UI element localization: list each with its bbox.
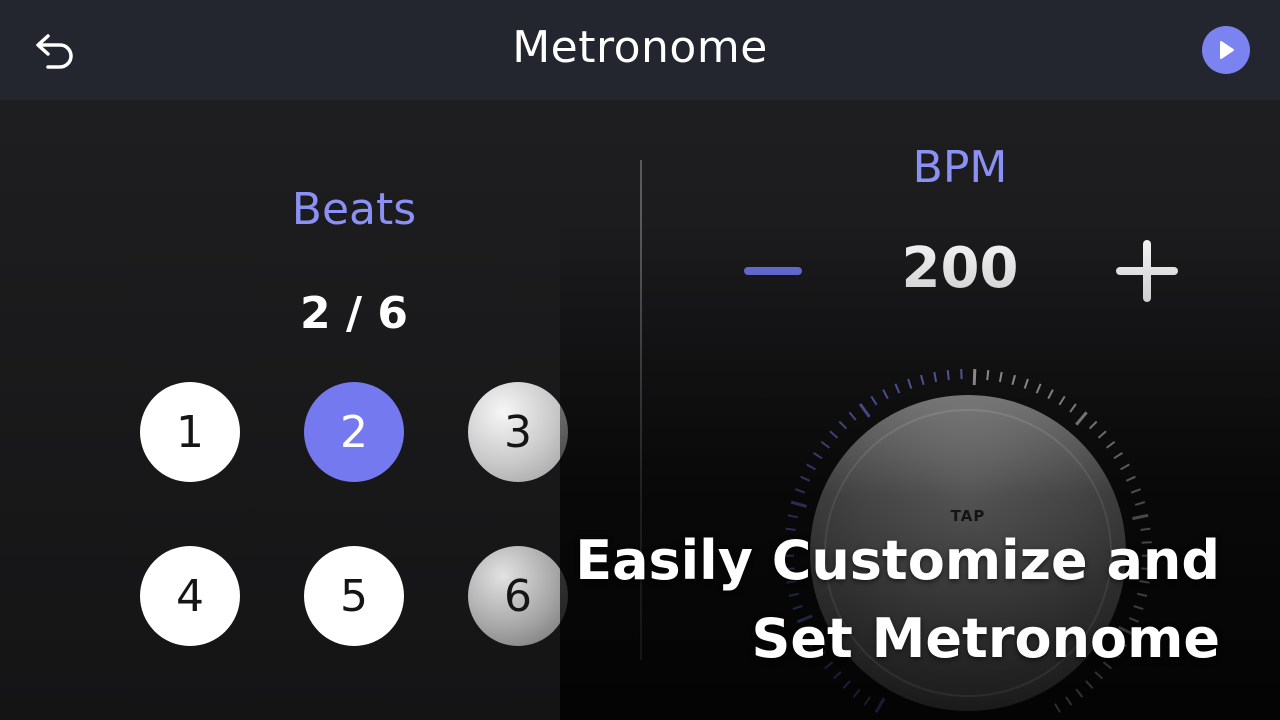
dial-tick — [998, 371, 1003, 383]
beat-label: 2 — [340, 406, 368, 458]
dial-tick — [848, 411, 857, 421]
page-title: Metronome — [512, 22, 768, 73]
decrease-bpm-button[interactable] — [738, 236, 808, 306]
dial-tick — [933, 371, 938, 383]
dial-tick — [882, 389, 889, 400]
dial-tick — [1075, 411, 1088, 426]
dial-tick — [820, 441, 831, 449]
dial-tick — [787, 514, 798, 519]
beat-button-2[interactable]: 2 — [304, 382, 404, 482]
dial-tick — [838, 420, 848, 430]
dial-tick — [795, 488, 806, 494]
beats-label: Beats — [291, 184, 417, 235]
beat-label: 4 — [176, 570, 204, 622]
caption-line-1: Easily Customize and — [575, 529, 1220, 592]
dial-tick — [920, 374, 925, 386]
beats-count: 2 / 6 — [300, 288, 408, 339]
dial-tick — [1134, 501, 1146, 506]
metronome-panel: Beats 2 / 6 1 2 3 4 5 6 BPM 200 TAP Easi… — [0, 100, 1280, 720]
beat-label: 3 — [504, 406, 532, 458]
promo-caption: Easily Customize and Set Metronome — [575, 522, 1220, 678]
beat-label: 1 — [176, 406, 204, 458]
dial-tick — [1047, 389, 1054, 400]
dial-tick — [806, 463, 816, 471]
play-button[interactable] — [1202, 26, 1250, 74]
dial-tick — [790, 500, 808, 508]
beat-button-4[interactable]: 4 — [140, 546, 240, 646]
dial-tick — [1065, 696, 1073, 706]
dial-tick — [1132, 513, 1149, 521]
dial-tick — [1054, 703, 1061, 713]
dial-tick — [842, 680, 851, 689]
beat-button-3[interactable]: 3 — [468, 382, 568, 482]
dial-tick — [852, 688, 861, 698]
dial-tick — [800, 475, 811, 482]
dial-tick — [946, 369, 950, 381]
dial-tick — [870, 395, 878, 406]
beat-label: 6 — [504, 570, 532, 622]
dial-tick — [1130, 488, 1141, 494]
dial-tick — [986, 369, 990, 381]
dial-tick — [1035, 383, 1042, 394]
beat-button-6[interactable]: 6 — [468, 546, 568, 646]
bpm-label: BPM — [912, 142, 1008, 193]
dial-tick — [1069, 403, 1077, 413]
dial-tick — [858, 403, 871, 418]
increase-bpm-button[interactable] — [1112, 236, 1182, 306]
beat-button-5[interactable]: 5 — [304, 546, 404, 646]
dial-tick — [1075, 688, 1084, 698]
dial-tick — [1120, 463, 1130, 471]
dial-tick — [1113, 452, 1123, 460]
caption-line-2: Set Metronome — [751, 607, 1220, 670]
dial-tick — [874, 697, 886, 714]
beat-label: 5 — [340, 570, 368, 622]
dial-tick — [829, 430, 839, 439]
dial-tick — [1058, 395, 1066, 406]
dial-tick — [1106, 441, 1116, 449]
dial-tick — [894, 383, 901, 394]
play-icon — [1220, 41, 1234, 59]
top-bar: Metronome — [0, 0, 1280, 100]
dial-tick — [863, 696, 871, 706]
dial-tick — [972, 369, 977, 386]
dial-tick — [1085, 680, 1094, 689]
dial-tick — [907, 378, 913, 389]
dial-tick — [1125, 475, 1136, 482]
dial-tick — [1097, 430, 1107, 439]
dial-tick — [1023, 378, 1029, 389]
beat-button-1[interactable]: 1 — [140, 382, 240, 482]
minus-icon — [744, 267, 802, 275]
dial-tick — [1011, 374, 1016, 386]
dial-tick — [1088, 420, 1098, 430]
dial-tick — [813, 452, 823, 460]
bpm-value: 200 — [901, 236, 1019, 301]
